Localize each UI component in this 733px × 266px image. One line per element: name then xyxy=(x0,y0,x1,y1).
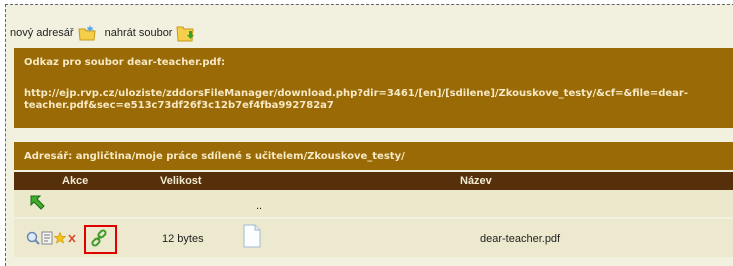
upload-folder-icon xyxy=(176,26,195,42)
download-link-url[interactable]: http://ejp.rvp.cz/uloziste/zddorsFileMan… xyxy=(24,88,688,112)
go-up-arrow-icon[interactable] xyxy=(27,193,47,213)
new-folder-button[interactable]: nový adresář xyxy=(10,24,96,42)
share-link-highlight xyxy=(84,225,117,254)
upload-file-label: nahrát soubor xyxy=(104,27,173,39)
table-header: Akce Velikost Název xyxy=(14,172,733,190)
download-link-panel: Odkaz pro soubor dear-teacher.pdf: http:… xyxy=(14,48,733,128)
star-icon[interactable] xyxy=(54,232,66,244)
parent-folder-row: .. xyxy=(14,190,733,217)
new-folder-label: nový adresář xyxy=(10,27,74,39)
header-size: Velikost xyxy=(160,175,202,187)
delete-x-icon[interactable] xyxy=(68,234,76,243)
new-folder-icon xyxy=(78,25,96,41)
upload-file-button[interactable]: nahrát soubor xyxy=(105,23,197,43)
header-actions: Akce xyxy=(62,175,89,187)
toolbar: nový adresář nahrát soubor xyxy=(10,22,205,44)
download-link-line-2: teacher.pdf&sec=e513c73df26f3c12b7ef4fba… xyxy=(24,100,334,111)
header-name: Název xyxy=(460,175,492,187)
file-info-icon[interactable] xyxy=(41,231,53,245)
file-name[interactable]: dear-teacher.pdf xyxy=(480,233,560,245)
link-panel-title: Odkaz pro soubor dear-teacher.pdf: xyxy=(24,57,226,68)
file-size: 12 bytes xyxy=(162,233,204,245)
document-icon[interactable] xyxy=(243,224,261,248)
parent-folder-name[interactable]: .. xyxy=(256,200,262,212)
download-link-line-1: http://ejp.rvp.cz/uloziste/zddorsFileMan… xyxy=(24,88,689,99)
preview-magnifier-icon[interactable] xyxy=(26,231,40,245)
table-row: 12 bytes dear-teacher.pdf xyxy=(14,219,733,257)
folder-path: Adresář: angličtina/moje práce sdílené s… xyxy=(24,151,405,162)
folder-path-panel: Adresář: angličtina/moje práce sdílené s… xyxy=(14,142,733,170)
